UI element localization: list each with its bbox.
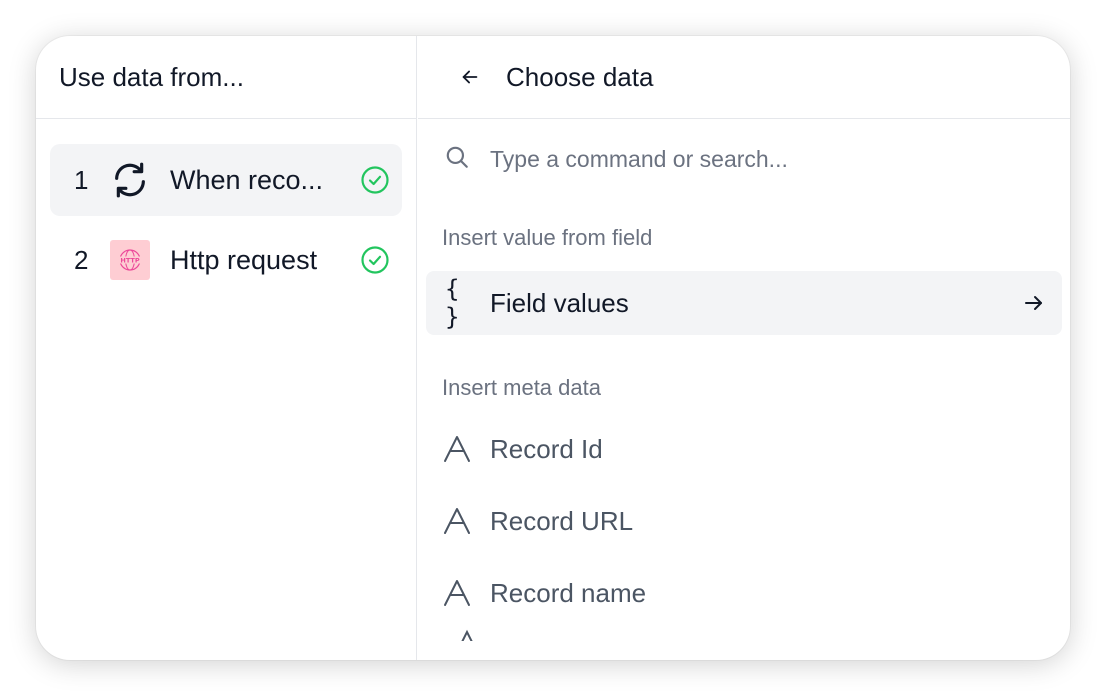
text-type-icon bbox=[444, 580, 470, 606]
meta-item-partial bbox=[418, 629, 1070, 641]
step-number: 2 bbox=[74, 244, 89, 275]
source-panel-title: Use data from... bbox=[59, 61, 244, 92]
back-button[interactable] bbox=[458, 65, 482, 89]
source-panel-header: Use data from... bbox=[36, 36, 416, 119]
meta-list: Record Id Record URL Record name bbox=[418, 413, 1070, 641]
step-item-1[interactable]: 1 When reco... bbox=[50, 144, 402, 216]
step-label: When reco... bbox=[170, 164, 324, 195]
step-number: 1 bbox=[74, 164, 89, 195]
section-heading-field: Insert value from field bbox=[442, 225, 653, 250]
data-picker-card: Use data from... 1 When reco... 2 HTTP H… bbox=[36, 36, 1070, 660]
braces-icon: { } bbox=[445, 275, 460, 331]
svg-text:HTTP: HTTP bbox=[120, 257, 139, 265]
step-list: 1 When reco... 2 HTTP Http request bbox=[36, 119, 416, 296]
data-panel-header: Choose data bbox=[418, 36, 1070, 119]
meta-item-record-url[interactable]: Record URL bbox=[418, 485, 1070, 557]
http-icon: HTTP bbox=[110, 240, 150, 280]
step-item-2[interactable]: 2 HTTP Http request bbox=[50, 224, 402, 296]
text-type-icon bbox=[444, 436, 470, 462]
source-panel: Use data from... 1 When reco... 2 HTTP H… bbox=[36, 36, 417, 660]
section-heading-meta: Insert meta data bbox=[442, 375, 601, 400]
check-circle-icon bbox=[360, 245, 390, 275]
meta-item-record-id[interactable]: Record Id bbox=[418, 413, 1070, 485]
arrow-right-icon bbox=[1022, 291, 1046, 320]
arrow-left-icon bbox=[462, 70, 478, 84]
meta-item-label: Record Id bbox=[490, 433, 603, 464]
field-values-item[interactable]: { } Field values bbox=[426, 271, 1062, 335]
search-input[interactable] bbox=[490, 145, 1050, 173]
field-values-label: Field values bbox=[490, 287, 629, 318]
check-circle-icon bbox=[360, 165, 390, 195]
text-type-icon bbox=[444, 508, 470, 534]
meta-item-label: Record URL bbox=[490, 505, 634, 536]
data-panel-title: Choose data bbox=[506, 61, 654, 92]
step-label: Http request bbox=[170, 244, 318, 275]
data-panel: Choose data Insert value from field { } … bbox=[418, 36, 1070, 660]
search-icon bbox=[444, 144, 470, 175]
meta-item-label: Record name bbox=[490, 577, 647, 608]
refresh-icon bbox=[110, 160, 150, 200]
meta-item-record-name[interactable]: Record name bbox=[418, 557, 1070, 629]
search-bar bbox=[418, 119, 1070, 199]
